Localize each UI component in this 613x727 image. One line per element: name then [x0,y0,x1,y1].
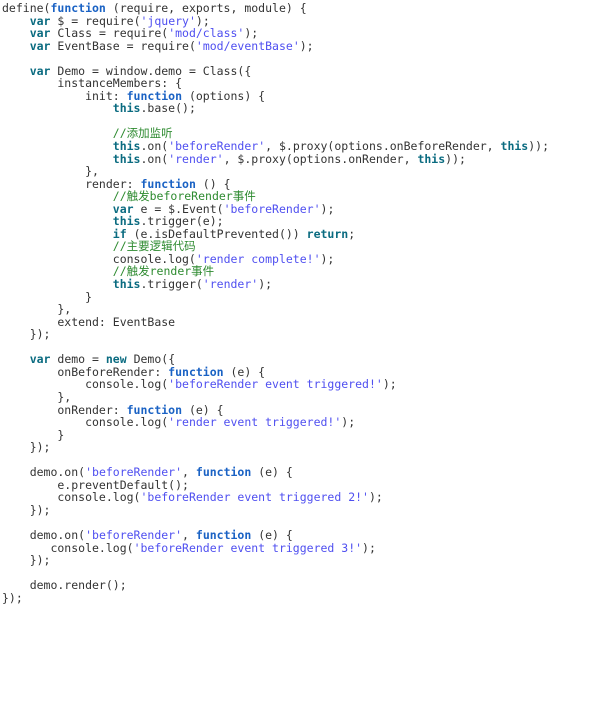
code-token-plain: ); [258,277,273,292]
code-line: }); [2,441,613,454]
code-token-kw: this [112,151,141,166]
code-token-plain: }); [2,590,23,605]
code-token-str: 'beforeRender' [223,201,321,216]
code-token-plain: }); [2,553,51,568]
code-line: this.base(); [2,102,613,115]
code-token-plain: ); [382,377,397,392]
code-token-plain: ; [348,226,356,241]
code-line: var EventBase = require('mod/eventBase')… [2,38,613,53]
code-token-plain: (e) { [251,465,293,480]
code-editor-content[interactable]: define(function (require, exports, modul… [0,0,613,604]
code-token-str: 'render' [168,151,224,166]
code-token-plain: .on( [140,151,169,166]
code-token-str: 'mod/eventBase' [195,38,300,53]
code-line: }); [2,590,613,605]
code-token-str: 'beforeRender event triggered 2!' [140,490,369,505]
code-token-plain: , $.proxy(options.onRender, [223,151,418,166]
code-token-plain: )); [528,139,550,154]
code-token-plain: .trigger( [140,277,203,292]
code-line: }); [2,554,613,567]
code-token-plain: ); [362,540,376,555]
code-token-str: 'render event triggered!' [168,415,342,430]
code-line: console.log('render event triggered!'); [2,416,613,429]
code-line: console.log('beforeRender event triggere… [2,540,613,555]
code-token-str: 'beforeRender event triggered!' [168,377,383,392]
code-token-str: 'beforeRender event triggered 3!' [133,540,363,555]
code-token-str: 'render complete!' [195,251,321,266]
code-token-plain: }); [2,327,51,342]
code-token-plain: ); [320,201,335,216]
code-token-kw: var [29,38,51,53]
code-line: } [2,428,613,442]
code-line: }); [2,328,613,341]
code-line: }); [2,504,613,517]
code-token-kw2: function [195,465,252,480]
code-token-plain: ); [368,490,383,505]
code-token-plain: )); [445,151,466,166]
code-token-plain: ); [299,38,314,53]
code-line: this.trigger('render'); [2,278,613,291]
code-line: console.log('beforeRender event triggere… [2,491,613,504]
code-token-plain: ); [341,415,356,430]
code-token-kw: this [112,277,141,292]
code-line: demo.render(); [2,579,613,592]
code-token-plain: }); [2,440,51,455]
code-token-plain: EventBase = require( [50,38,196,53]
code-token-kw: return [306,226,349,241]
code-token-kw: this [500,139,529,154]
code-token-plain: .base(); [140,101,196,116]
code-token-plain: ); [320,251,335,266]
code-line: console.log('beforeRender event triggere… [2,378,613,391]
code-token-str: 'render' [202,277,259,292]
code-token-kw: this [417,151,446,166]
code-token-kw: this [112,101,141,116]
code-token-plain: }); [2,502,51,517]
code-line: extend: EventBase [2,315,613,329]
code-line: } [2,290,613,304]
